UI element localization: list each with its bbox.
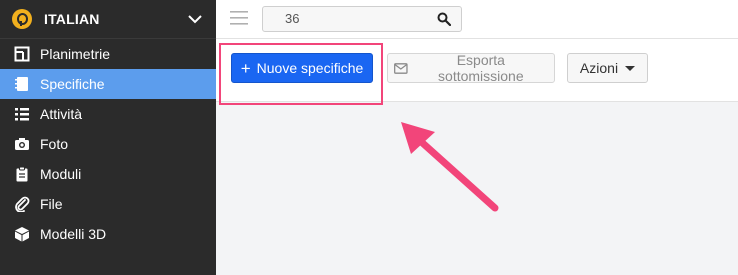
- sidebar-nav: Planimetrie Specifiche Attività Foto Mod…: [0, 39, 216, 249]
- list-icon: [14, 106, 30, 122]
- sidebar-item-label: Specifiche: [40, 76, 105, 92]
- search-input[interactable]: [263, 7, 445, 29]
- sidebar-item-label: Attività: [40, 106, 83, 122]
- sidebar-item-attivita[interactable]: Attività: [0, 99, 216, 129]
- envelope-icon: [394, 62, 408, 74]
- project-logo: [12, 9, 32, 29]
- hamburger-menu-icon[interactable]: [230, 11, 248, 25]
- project-selector[interactable]: ITALIAN: [0, 0, 216, 39]
- search-icon[interactable]: [437, 12, 451, 26]
- search-box: [262, 6, 462, 32]
- sidebar-item-specifiche[interactable]: Specifiche: [0, 69, 216, 99]
- camera-icon: [14, 136, 30, 152]
- pointer-arrow-icon: [401, 122, 499, 212]
- sidebar-item-file[interactable]: File: [0, 189, 216, 219]
- clipboard-icon: [14, 166, 30, 182]
- sidebar: ITALIAN Planimetrie Specifiche Attività: [0, 0, 216, 275]
- export-submission-label: Esporta sottomissione: [438, 52, 524, 84]
- actions-label: Azioni: [579, 60, 619, 76]
- sidebar-item-label: File: [40, 196, 63, 212]
- project-name: ITALIAN: [44, 11, 100, 27]
- sidebar-item-modelli-3d[interactable]: Modelli 3D: [0, 219, 216, 249]
- cube-icon: [14, 226, 30, 242]
- sidebar-item-label: Moduli: [40, 166, 82, 182]
- chevron-down-icon[interactable]: [186, 10, 204, 28]
- floorplan-icon: [14, 46, 30, 62]
- sidebar-item-label: Modelli 3D: [40, 226, 107, 242]
- notebook-icon: [14, 76, 30, 92]
- export-submission-button[interactable]: Esporta sottomissione: [387, 52, 555, 84]
- sidebar-item-moduli[interactable]: Moduli: [0, 159, 216, 189]
- highlight-box: [219, 43, 383, 105]
- sidebar-item-planimetrie[interactable]: Planimetrie: [0, 39, 216, 69]
- sidebar-item-label: Planimetrie: [40, 46, 111, 62]
- sidebar-item-label: Foto: [40, 136, 69, 152]
- top-bar: [216, 0, 738, 39]
- actions-dropdown-button[interactable]: Azioni: [567, 53, 648, 83]
- paperclip-icon: [14, 196, 30, 212]
- caret-down-icon: [625, 65, 636, 71]
- sidebar-item-foto[interactable]: Foto: [0, 129, 216, 159]
